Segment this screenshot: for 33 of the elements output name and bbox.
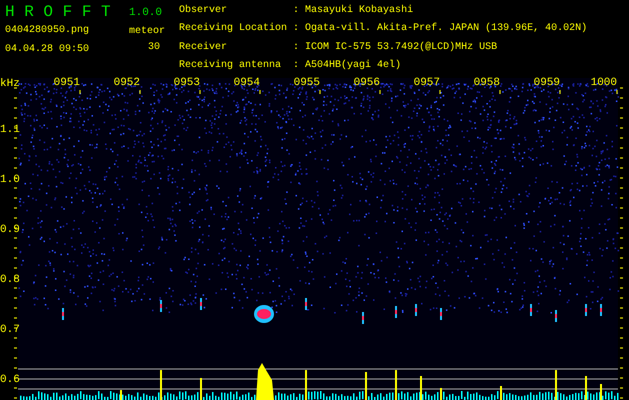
- info-label: Receiver: [179, 42, 228, 54]
- info-label: Receiving antenna: [179, 60, 282, 73]
- frequency-label: 1.1: [0, 124, 20, 136]
- timestamp: 04.04.28 09:50: [5, 44, 90, 55]
- time-label: 0957: [414, 78, 440, 89]
- info-value: Masayuki Kobayashi: [305, 5, 414, 18]
- file-name: 0404280950.png: [5, 24, 90, 38]
- time-label: 0952: [114, 78, 140, 89]
- time-label: 0959: [534, 78, 560, 89]
- frequency-unit: kHz: [0, 78, 20, 90]
- info-separator: :: [293, 5, 300, 18]
- info-separator: :: [293, 60, 300, 73]
- counter-label: meteor: [129, 26, 166, 39]
- info-separator: :: [293, 42, 300, 54]
- frequency-label: 0.7: [0, 324, 20, 336]
- counter-value: 30: [146, 42, 161, 53]
- frequency-label: 0.8: [0, 274, 20, 286]
- app-title: H R O F F T: [5, 2, 111, 23]
- info-label: Receiving Location: [179, 23, 288, 36]
- info-value: A504HB(yagi 4el): [305, 60, 402, 73]
- info-value: Ogata-vill. Akita-Pref. JAPAN (139.96E, 40.02N): [305, 23, 588, 36]
- info-label: Observer: [179, 5, 228, 18]
- info-separator: :: [293, 23, 300, 36]
- time-label: 0951: [54, 78, 80, 89]
- time-label: 1000: [590, 78, 617, 89]
- time-label: 0958: [474, 78, 500, 89]
- info-value: ICOM IC-575 53.7492(@LCD)MHz USB: [305, 42, 498, 54]
- time-label: 0954: [234, 78, 260, 89]
- frequency-label: 0.9: [0, 224, 20, 236]
- time-label: 0956: [354, 78, 380, 89]
- time-label: 0955: [294, 78, 320, 89]
- version-label: 1.0.0: [129, 6, 162, 21]
- time-label: 0953: [174, 78, 200, 89]
